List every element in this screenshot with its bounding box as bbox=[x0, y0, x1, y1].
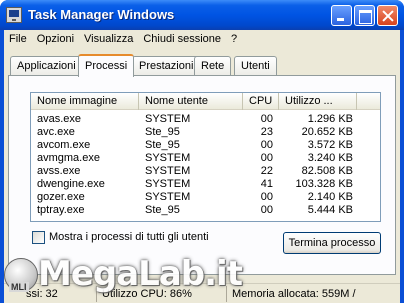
menu-view[interactable]: Visualizza bbox=[79, 30, 138, 49]
row-memory: 82.508 KB bbox=[301, 165, 353, 177]
row-cpu: 00 bbox=[260, 191, 273, 203]
row-cpu: 00 bbox=[260, 113, 273, 125]
menu-help[interactable]: ? bbox=[226, 30, 242, 49]
row-cpu: 22 bbox=[260, 165, 273, 177]
task-manager-icon bbox=[6, 7, 22, 23]
row-user-name: Ste_95 bbox=[145, 204, 180, 216]
list-header: Nome immagine Nome utente CPU Utilizzo .… bbox=[31, 93, 380, 110]
show-all-processes-label: Mostra i processi di tutti gli utenti bbox=[49, 231, 209, 243]
row-memory: 3.240 KB bbox=[307, 152, 353, 164]
table-row[interactable]: tptray.exe Ste_95 00 5.444 KB bbox=[31, 204, 380, 217]
tab-processes[interactable]: Processi bbox=[78, 54, 135, 77]
row-image-name: gozer.exe bbox=[37, 191, 85, 203]
table-row[interactable]: avcom.exe Ste_95 00 3.572 KB bbox=[31, 139, 380, 152]
row-image-name: avas.exe bbox=[37, 113, 82, 125]
menu-options[interactable]: Opzioni bbox=[32, 30, 79, 49]
row-cpu: 00 bbox=[260, 204, 273, 216]
status-divider bbox=[96, 286, 97, 302]
window-client: File Opzioni Visualizza Chiudi sessione … bbox=[4, 30, 400, 303]
tab-users[interactable]: Utenti bbox=[234, 56, 277, 76]
title-bar[interactable]: Task Manager Windows bbox=[0, 0, 404, 30]
row-user-name: SYSTEM bbox=[145, 191, 191, 203]
table-row[interactable]: dwengine.exe SYSTEM 41 103.328 KB bbox=[31, 178, 380, 191]
row-user-name: SYSTEM bbox=[145, 152, 191, 164]
column-user-name[interactable]: Nome utente bbox=[139, 93, 243, 110]
row-user-name: Ste_95 bbox=[145, 139, 180, 151]
row-memory: 5.444 KB bbox=[307, 204, 353, 216]
table-row[interactable]: gozer.exe SYSTEM 00 2.140 KB bbox=[31, 191, 380, 204]
row-memory: 2.140 KB bbox=[307, 191, 353, 203]
end-process-button[interactable]: Termina processo bbox=[283, 232, 381, 254]
status-cpu-usage: Utilizzo CPU: 86% bbox=[102, 288, 192, 300]
table-row[interactable]: avss.exe SYSTEM 22 82.508 KB bbox=[31, 165, 380, 178]
row-cpu: 00 bbox=[260, 152, 273, 164]
row-cpu: 41 bbox=[260, 178, 273, 190]
column-cpu[interactable]: CPU bbox=[243, 93, 279, 110]
tab-applications[interactable]: Applicazioni bbox=[10, 56, 83, 76]
status-memory: Memoria allocata: 559M / bbox=[232, 288, 356, 300]
process-list[interactable]: Nome immagine Nome utente CPU Utilizzo .… bbox=[30, 92, 381, 222]
table-row[interactable]: avc.exe Ste_95 23 20.652 KB bbox=[31, 126, 380, 139]
row-memory: 20.652 KB bbox=[301, 126, 353, 138]
row-image-name: tptray.exe bbox=[37, 204, 85, 216]
row-user-name: SYSTEM bbox=[145, 165, 191, 177]
row-image-name: avmgma.exe bbox=[37, 152, 100, 164]
row-user-name: Ste_95 bbox=[145, 126, 180, 138]
tab-performance[interactable]: Prestazioni bbox=[132, 56, 201, 76]
row-memory: 1.296 KB bbox=[307, 113, 353, 125]
status-processes: ssi: 32 bbox=[26, 288, 58, 300]
row-image-name: dwengine.exe bbox=[37, 178, 105, 190]
row-cpu: 23 bbox=[260, 126, 273, 138]
status-divider bbox=[226, 286, 227, 302]
minimize-button[interactable] bbox=[331, 5, 352, 26]
close-button[interactable] bbox=[377, 5, 398, 26]
row-cpu: 00 bbox=[260, 139, 273, 151]
menu-file[interactable]: File bbox=[4, 30, 32, 49]
window-title: Task Manager Windows bbox=[28, 7, 175, 22]
show-all-processes-checkbox[interactable] bbox=[32, 231, 45, 244]
row-image-name: avss.exe bbox=[37, 165, 81, 177]
row-user-name: SYSTEM bbox=[145, 178, 191, 190]
menu-bar: File Opzioni Visualizza Chiudi sessione … bbox=[4, 30, 400, 49]
row-memory: 103.328 KB bbox=[295, 178, 354, 190]
row-user-name: SYSTEM bbox=[145, 113, 191, 125]
row-image-name: avc.exe bbox=[37, 126, 75, 138]
menu-logoff[interactable]: Chiudi sessione bbox=[138, 30, 226, 49]
column-image-name[interactable]: Nome immagine bbox=[31, 93, 139, 110]
row-image-name: avcom.exe bbox=[37, 139, 91, 151]
tab-network[interactable]: Rete bbox=[194, 56, 232, 76]
table-row[interactable]: avas.exe SYSTEM 00 1.296 KB bbox=[31, 113, 380, 126]
task-manager-window: Task Manager Windows File Opzioni Visual… bbox=[0, 0, 404, 303]
column-memory[interactable]: Utilizzo ... bbox=[279, 93, 357, 110]
status-bar: ssi: 32 Utilizzo CPU: 86% Memoria alloca… bbox=[4, 283, 400, 303]
maximize-button[interactable] bbox=[354, 5, 375, 26]
row-memory: 3.572 KB bbox=[307, 139, 353, 151]
table-row[interactable]: avmgma.exe SYSTEM 00 3.240 KB bbox=[31, 152, 380, 165]
